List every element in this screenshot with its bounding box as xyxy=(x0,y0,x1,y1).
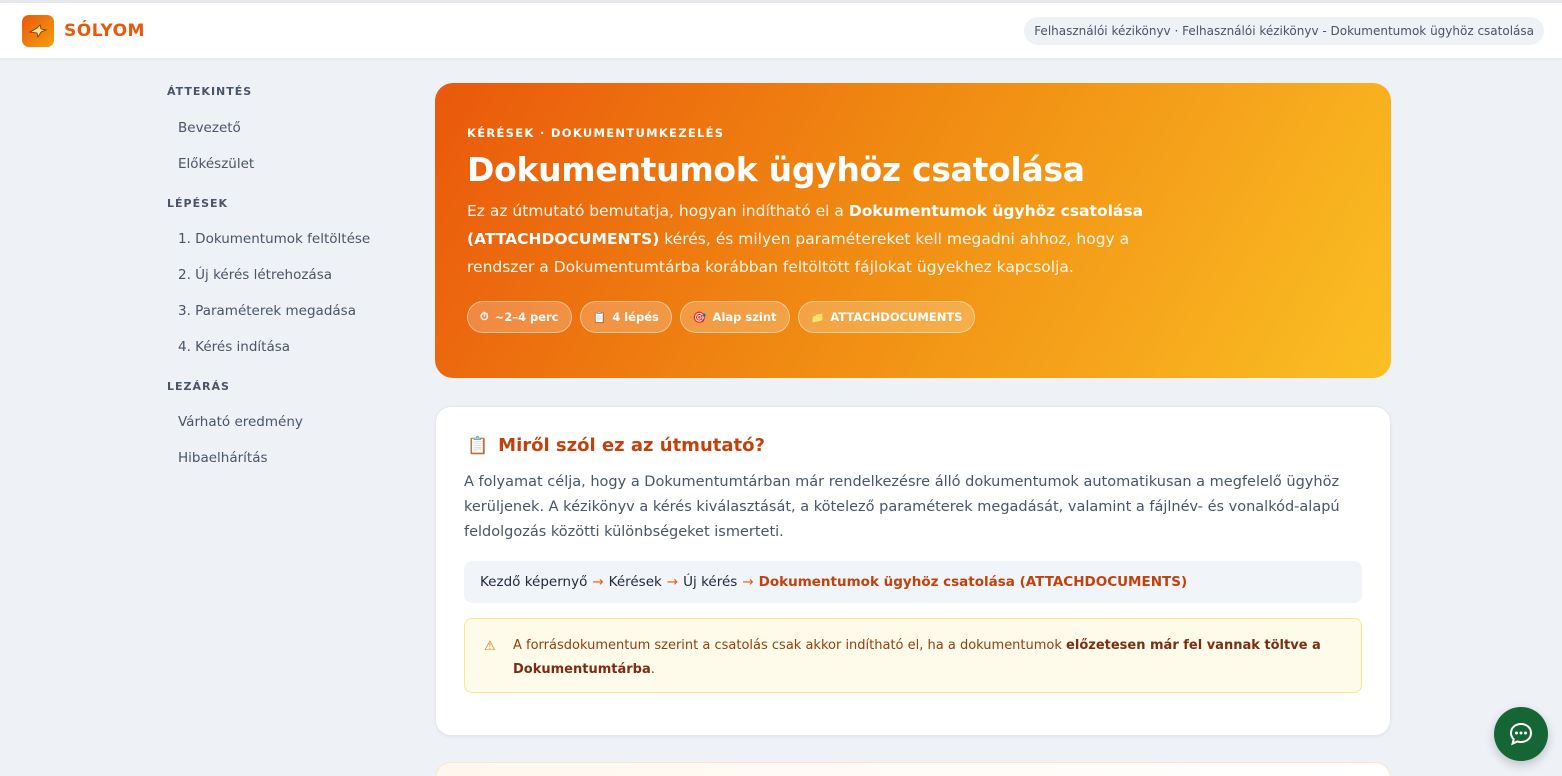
warning-text-post: . xyxy=(650,662,655,677)
chip-label: Alap szint xyxy=(712,310,777,324)
hero-desc-pre: Ez az útmutató bemutatja, hogyan indítha… xyxy=(467,202,849,220)
chip-label: ~2–4 perc xyxy=(494,310,559,324)
clipboard-icon: 📋 xyxy=(592,310,607,324)
sidebar-section-title: LEZÁRÁS xyxy=(167,380,230,393)
brand[interactable]: SÓLYOM xyxy=(22,14,145,47)
sidebar-section-title: ÁTTEKINTÉS xyxy=(167,85,253,98)
target-icon: 🎯 xyxy=(692,310,707,324)
sidebar-item-step-4[interactable]: 4. Kérés indítása xyxy=(167,329,397,365)
sidebar-item-varhato-eredmeny[interactable]: Várható eredmény xyxy=(167,404,397,440)
card-text: A folyamat célja, hogy a Dokumentumtárba… xyxy=(464,474,1340,540)
arrow-right-icon: → xyxy=(666,574,679,590)
chip-label: ATTACHDOCUMENTS xyxy=(830,310,963,324)
top-bar: SÓLYOM Felhasználói kézikönyv · Felhaszn… xyxy=(0,0,1562,58)
page-title: Dokumentumok ügyhöz csatolása xyxy=(467,150,1085,189)
sidebar-nav: ÁTTEKINTÉS Bevezető Előkészület LÉPÉSEK … xyxy=(167,84,397,476)
hero-eyebrow: KÉRÉSEK · DOKUMENTUMKEZELÉS xyxy=(467,126,725,140)
clipboard-icon: 📋 xyxy=(467,435,489,456)
chip-label: 4 lépés xyxy=(612,310,659,324)
chat-bubble-icon xyxy=(1509,722,1533,746)
chat-button[interactable] xyxy=(1494,707,1548,761)
hero-banner: KÉRÉSEK · DOKUMENTUMKEZELÉS Dokumentumok… xyxy=(435,83,1391,378)
warning-text-pre: A forrásdokumentum szerint a csatolás cs… xyxy=(513,638,1067,653)
meta-chips: ⏱ ~2–4 perc 📋 4 lépés 🎯 Alap szint 📁 ATT… xyxy=(467,301,1359,333)
sidebar-item-bevezeto[interactable]: Bevezető xyxy=(167,110,397,146)
brand-name: SÓLYOM xyxy=(64,20,145,41)
chip-duration: ⏱ ~2–4 perc xyxy=(467,301,572,333)
navigation-path: Kezdő képernyő → Kérések → Új kérés → Do… xyxy=(464,561,1362,603)
warning-icon: ⚠ xyxy=(484,639,496,654)
folder-icon: 📁 xyxy=(810,310,825,324)
path-step: Kezdő képernyő xyxy=(480,574,588,590)
card-title: Miről szól ez az útmutató? xyxy=(498,435,765,456)
arrow-right-icon: → xyxy=(742,574,754,590)
sidebar-item-step-1[interactable]: 1. Dokumentumok feltöltése xyxy=(167,221,397,257)
overview-card: 📋 Miről szól ez az útmutató? A folyamat … xyxy=(435,406,1391,736)
sidebar-item-step-2[interactable]: 2. Új kérés létrehozása xyxy=(167,257,397,293)
card-header: 📋 Miről szól ez az útmutató? xyxy=(467,435,1362,456)
stopwatch-icon: ⏱ xyxy=(480,310,489,323)
sidebar-item-hibaelharitas[interactable]: Hibaelhárítás xyxy=(167,440,397,476)
chip-code: 📁 ATTACHDOCUMENTS xyxy=(797,301,976,333)
arrow-right-icon: → xyxy=(592,574,604,590)
hero-description: Ez az útmutató bemutatja, hogyan indítha… xyxy=(467,197,1167,281)
path-step: Új kérés xyxy=(683,574,738,590)
warning-callout: ⚠ A forrásdokumentum szerint a csatolás … xyxy=(464,618,1362,693)
chip-level: 🎯 Alap szint xyxy=(679,301,790,333)
chip-steps: 📋 4 lépés xyxy=(579,301,672,333)
next-card xyxy=(435,762,1391,776)
sidebar-item-elokeszulet[interactable]: Előkészület xyxy=(167,146,397,182)
breadcrumb: Felhasználói kézikönyv · Felhasználói ké… xyxy=(1024,16,1544,45)
sidebar-item-step-3[interactable]: 3. Paraméterek megadása xyxy=(167,293,397,329)
falcon-icon xyxy=(22,14,54,47)
path-step: Kérések xyxy=(608,574,662,590)
sidebar-section-title: LÉPÉSEK xyxy=(167,197,229,210)
path-target: Dokumentumok ügyhöz csatolása (ATTACHDOC… xyxy=(758,574,1188,590)
